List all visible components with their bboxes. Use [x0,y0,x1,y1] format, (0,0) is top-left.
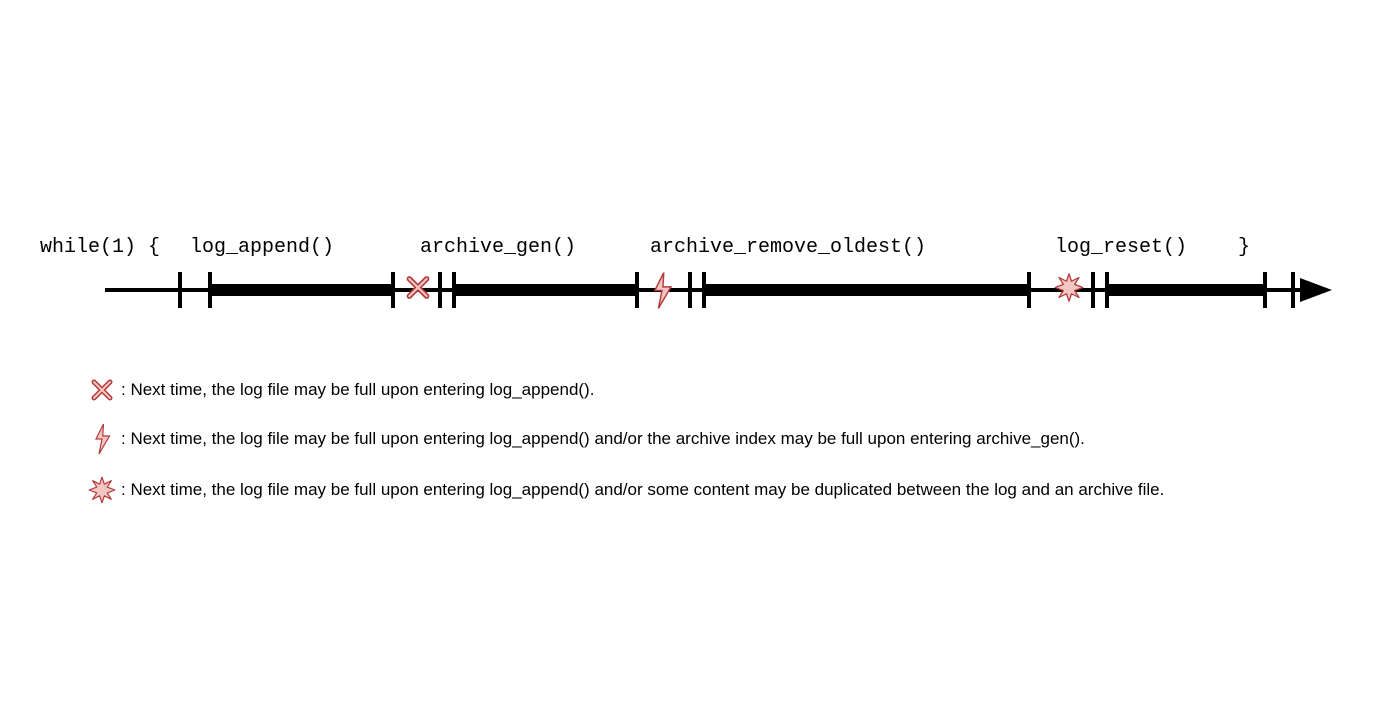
legend-x-text: : Next time, the log file may be full up… [121,378,594,402]
legend-burst-icon [85,476,119,504]
timeline-axis [0,250,1400,330]
legend-bolt-icon [85,424,119,454]
marker-x-icon [405,275,431,306]
legend-bolt-text: : Next time, the log file may be full up… [121,427,1085,451]
legend-row-x: : Next time, the log file may be full up… [85,378,1164,402]
legend-row-burst: : Next time, the log file may be full up… [85,476,1164,504]
marker-bolt-icon [651,273,673,314]
legend-row-bolt: : Next time, the log file may be full up… [85,424,1164,454]
legend-x-icon [85,378,119,402]
legend: : Next time, the log file may be full up… [85,378,1164,526]
marker-burst-icon [1054,273,1084,308]
legend-burst-text: : Next time, the log file may be full up… [121,478,1164,502]
